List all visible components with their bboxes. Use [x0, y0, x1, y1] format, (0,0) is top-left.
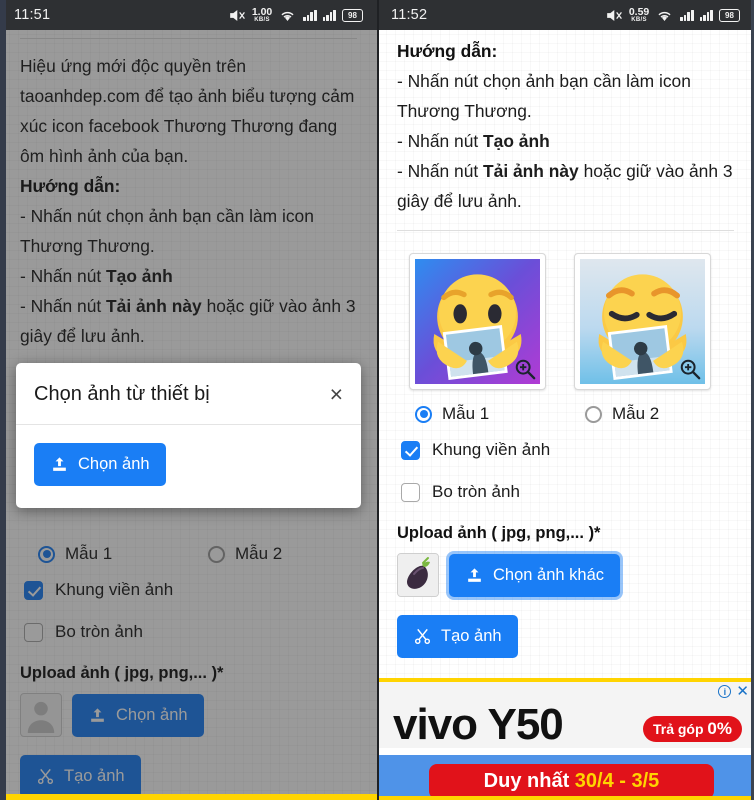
choose-other-image-button[interactable]: Chọn ảnh khác: [449, 553, 620, 597]
adchoices-icon[interactable]: i: [718, 685, 732, 698]
upload-thumbnail-preview[interactable]: [397, 553, 439, 597]
network-speed: 1.00 KB/S: [251, 5, 273, 24]
upload-label: Upload ảnh ( jpg, png,... )*: [397, 524, 601, 542]
modal-choose-image-label: Chọn ảnh: [78, 455, 150, 473]
guide-step-3-bold: Tải ảnh này: [483, 161, 579, 181]
radio-label-mau-2: Mẫu 2: [612, 404, 660, 423]
radio-indicator-mau-2[interactable]: [585, 405, 602, 423]
right-phone-panel: 11:52 0.59 KB/S 98 Hướng dẫn: - Nhấn nút…: [377, 0, 754, 800]
battery-indicator: 98: [719, 8, 740, 22]
create-image-button-label: Tạo ảnh: [441, 627, 502, 645]
close-icon[interactable]: ×: [330, 383, 343, 406]
modal-body: Chọn ảnh: [16, 425, 361, 508]
ad-promo-prefix: Duy nhất: [483, 770, 575, 792]
panel-seam: [377, 0, 379, 800]
guide-step-2: - Nhấn nút Tạo ảnh: [397, 126, 734, 156]
upload-icon: [53, 457, 66, 471]
zoom-in-icon[interactable]: [514, 358, 536, 380]
zoom-in-icon[interactable]: [679, 358, 701, 380]
status-bar-left: 11:51 1.00 KB/S 98: [0, 0, 377, 30]
scissors-icon: [414, 628, 431, 645]
ad-promo-bar: Duy nhất 30/4 - 3/5: [429, 764, 714, 796]
wifi-icon: [658, 11, 671, 21]
mute-icon: [606, 9, 622, 21]
checkbox-indicator-round[interactable]: [401, 482, 420, 502]
signal-bars-sim1: [303, 9, 317, 21]
mid-divider: [397, 230, 734, 231]
choose-other-image-label: Chọn ảnh khác: [493, 565, 604, 584]
guide-step-3: - Nhấn nút Tải ảnh này hoặc giữ vào ảnh …: [397, 156, 734, 216]
status-bar-right: 11:52 0.59 KB/S 98: [377, 0, 754, 30]
eggplant-thumbnail-icon: [398, 554, 438, 596]
radio-indicator-mau-1[interactable]: [415, 405, 432, 423]
ad-promo-dates: 30/4 - 3/5: [574, 770, 660, 792]
ad-close-icon[interactable]: ✕: [736, 684, 749, 699]
modal-header: Chọn ảnh từ thiết bị ×: [16, 363, 361, 424]
signal-bars-sim1: [680, 9, 694, 21]
upload-icon: [468, 567, 481, 582]
checkbox-label-round: Bo tròn ảnh: [432, 482, 520, 501]
signal-bars-sim2: [699, 9, 713, 21]
template-thumb-mau-1: [415, 259, 540, 384]
checkbox-label-frame: Khung viền ảnh: [432, 440, 551, 459]
guide-step-3-prefix: - Nhấn nút: [397, 161, 484, 181]
checkbox-khung-vien-anh[interactable]: Khung viền ảnh: [401, 440, 734, 460]
checkbox-indicator-frame[interactable]: [401, 440, 420, 460]
right-content: Hướng dẫn: - Nhấn nút chọn ảnh bạn cần l…: [377, 36, 754, 658]
create-image-button[interactable]: Tạo ảnh: [397, 615, 518, 658]
network-speed: 0.59 KB/S: [628, 5, 650, 24]
radio-option-mau-2[interactable]: Mẫu 2: [585, 404, 659, 424]
ad-banner[interactable]: i ✕ vivo Y50 Trả góp 0% Duy nhất 30/4 - …: [377, 678, 754, 800]
status-time: 11:51: [14, 7, 51, 23]
upload-row: Chọn ảnh khác: [397, 553, 734, 597]
ad-banner-edge-left[interactable]: [0, 794, 377, 800]
template-card-mau-2[interactable]: [574, 253, 711, 390]
ad-installment-badge: Trả góp 0%: [642, 716, 742, 742]
ad-badge-text: Trả góp: [652, 721, 708, 737]
choose-image-modal: Chọn ảnh từ thiết bị × Chọn ảnh: [16, 363, 361, 508]
mute-icon: [229, 9, 245, 21]
guide-step-2-prefix: - Nhấn nút: [397, 131, 484, 151]
signal-bars-sim2: [322, 9, 336, 21]
radio-option-mau-1[interactable]: Mẫu 1: [415, 404, 585, 424]
ad-controls: i ✕: [718, 684, 749, 699]
options-checkbox-group: Khung viền ảnh Bo tròn ảnh: [397, 440, 734, 502]
guide-step-1: - Nhấn nút chọn ảnh bạn cần làm icon Thư…: [397, 71, 691, 121]
status-time: 11:52: [391, 7, 428, 23]
modal-choose-image-button[interactable]: Chọn ảnh: [34, 443, 166, 486]
guide-title: Hướng dẫn:: [397, 41, 498, 61]
template-radio-group: Mẫu 1 Mẫu 2: [397, 404, 734, 424]
guide-step-2-bold: Tạo ảnh: [483, 131, 550, 151]
radio-label-mau-1: Mẫu 1: [442, 404, 490, 423]
left-phone-panel: 11:51 1.00 KB/S 98 Hiệu ứng mới độc quyề…: [0, 0, 377, 800]
battery-indicator: 98: [342, 8, 363, 22]
left-screen-edge: [0, 0, 6, 800]
modal-title: Chọn ảnh từ thiết bị: [34, 383, 210, 405]
ad-badge-percent: 0%: [707, 719, 732, 738]
checkbox-bo-tron-anh[interactable]: Bo tròn ảnh: [401, 482, 734, 502]
dual-screenshot-canvas: 11:51 1.00 KB/S 98 Hiệu ứng mới độc quyề…: [0, 0, 754, 800]
wifi-icon: [281, 11, 294, 21]
template-thumb-mau-2: [580, 259, 705, 384]
template-preview-cards: [397, 253, 734, 390]
ad-brand-title: vivo Y50: [393, 700, 564, 749]
template-card-mau-1[interactable]: [409, 253, 546, 390]
